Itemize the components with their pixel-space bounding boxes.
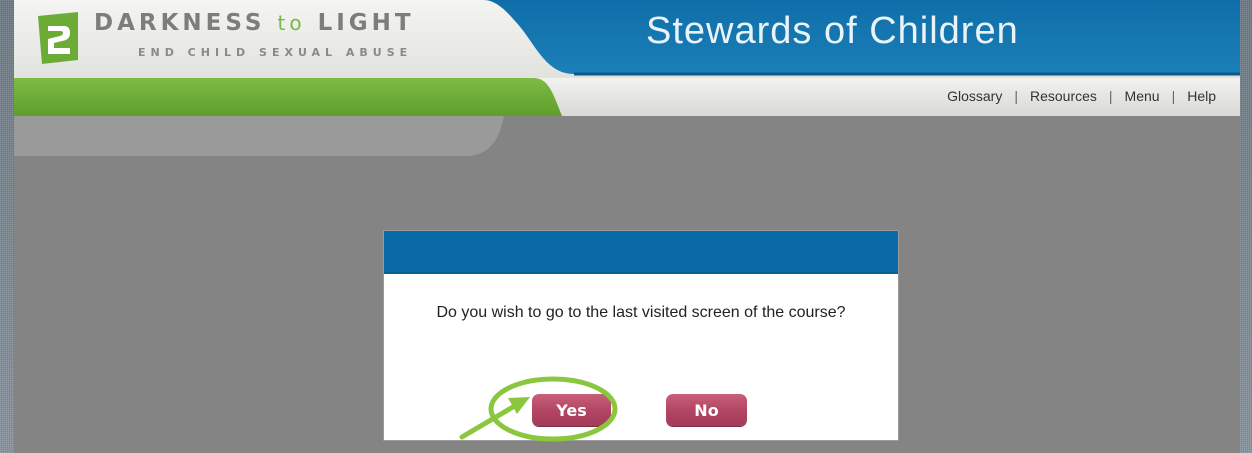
- subheader-tab-shape: [14, 116, 504, 156]
- dialog-header: [384, 231, 898, 274]
- course-title: Stewards of Children: [646, 10, 1019, 52]
- nav-help[interactable]: Help: [1175, 88, 1228, 104]
- nav-bar: Glossary | Resources | Menu | Help: [14, 78, 1240, 116]
- dtl-logo-icon: [38, 12, 78, 64]
- brand-subtitle: END CHILD SEXUAL ABUSE: [138, 46, 413, 59]
- yes-button[interactable]: Yes: [532, 394, 611, 426]
- nav-green-band: [14, 78, 562, 116]
- nav-links: Glossary | Resources | Menu | Help: [935, 88, 1228, 104]
- no-button[interactable]: No: [666, 394, 747, 426]
- nav-menu[interactable]: Menu: [1113, 88, 1172, 104]
- resume-dialog: Do you wish to go to the last visited sc…: [383, 230, 899, 441]
- brand-title: DARKNESS to LIGHT: [94, 10, 415, 36]
- course-stage: DARKNESS to LIGHT END CHILD SEXUAL ABUSE…: [14, 0, 1240, 453]
- header: DARKNESS to LIGHT END CHILD SEXUAL ABUSE…: [14, 0, 1240, 78]
- nav-glossary[interactable]: Glossary: [935, 88, 1014, 104]
- nav-resources[interactable]: Resources: [1018, 88, 1109, 104]
- dialog-message: Do you wish to go to the last visited sc…: [436, 304, 846, 321]
